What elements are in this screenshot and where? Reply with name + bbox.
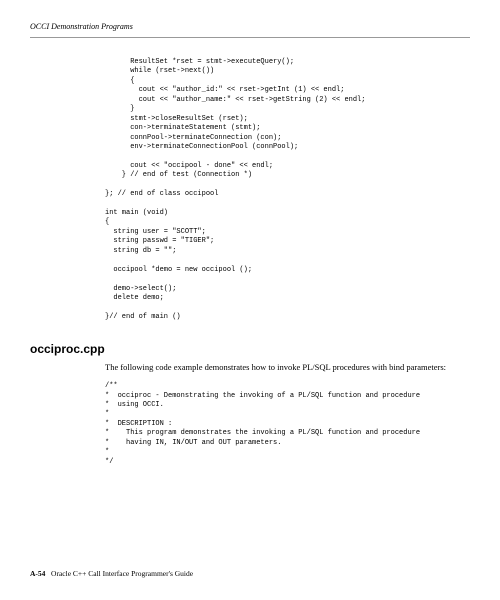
page-number: A-54 (30, 569, 45, 578)
footer-book-title: Oracle C++ Call Interface Programmer's G… (51, 569, 193, 578)
page-header: OCCI Demonstration Programs (30, 22, 470, 38)
code-block-2: /** * occiproc - Demonstrating the invok… (105, 382, 470, 467)
description-text: The following code example demonstrates … (105, 362, 470, 374)
page-footer: A-54 Oracle C++ Call Interface Programme… (30, 569, 193, 578)
section-heading: occiproc.cpp (30, 342, 470, 356)
code-block-1: ResultSet *rset = stmt->executeQuery(); … (105, 58, 470, 322)
